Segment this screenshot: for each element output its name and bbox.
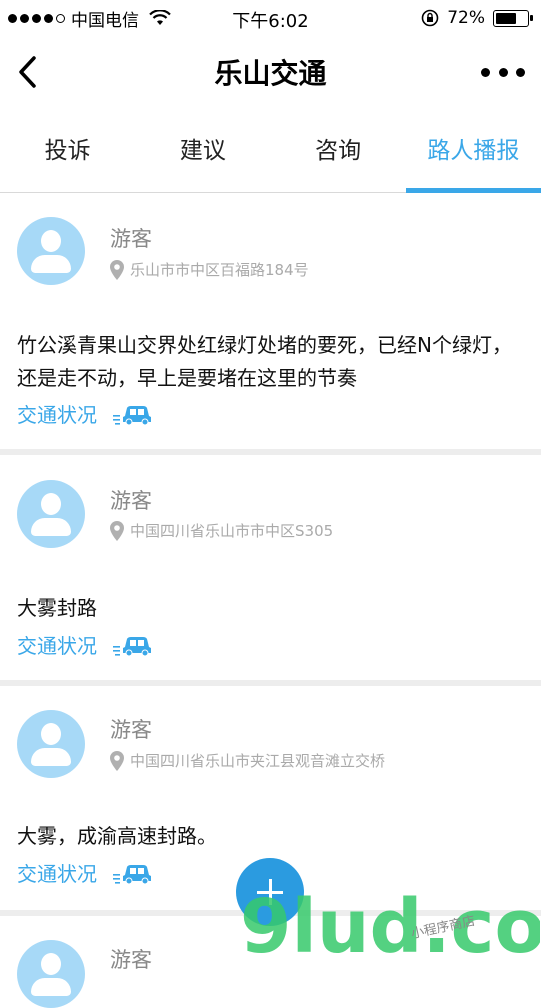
- tab-complaint[interactable]: 投诉: [0, 110, 135, 192]
- post-category-tag[interactable]: 交通状况: [17, 858, 153, 887]
- more-dot-icon: [516, 67, 525, 77]
- add-post-button[interactable]: [236, 858, 304, 926]
- tab-suggestion[interactable]: 建议: [135, 110, 270, 192]
- location-pin-icon: [110, 259, 124, 280]
- location-text: 乐山市市中区百福路184号: [130, 261, 309, 279]
- more-dot-icon: [498, 67, 508, 77]
- post-username: 游客: [110, 227, 152, 251]
- battery-icon: [493, 9, 533, 27]
- location-text: 中国四川省乐山市市中区S305: [130, 522, 334, 540]
- tab-bar: 投诉 建议 咨询 路人播报: [0, 110, 541, 193]
- back-button[interactable]: [14, 54, 44, 90]
- tab-passerby-report[interactable]: 路人播报: [405, 110, 541, 193]
- more-menu-button[interactable]: [481, 58, 525, 86]
- post-item[interactable]: 游客 中国四川省乐山市市中区S305 大雾封路 交通状况: [0, 455, 541, 680]
- more-dot-icon: [481, 67, 490, 77]
- tab-consult[interactable]: 咨询: [271, 110, 406, 192]
- status-bar: 中国电信 下午6:02 72%: [0, 0, 541, 36]
- avatar: [17, 217, 85, 285]
- car-icon: [113, 636, 151, 656]
- post-location: 中国四川省乐山市夹江县观音滩立交桥: [110, 750, 385, 771]
- post-username: 游客: [110, 718, 152, 742]
- avatar: [17, 940, 85, 1008]
- post-content: 大雾封路: [17, 596, 97, 620]
- location-pin-icon: [110, 520, 124, 541]
- post-location: 乐山市市中区百福路184号: [110, 259, 309, 280]
- post-username: 游客: [110, 948, 152, 972]
- chevron-left-icon: [19, 56, 36, 88]
- post-category-tag[interactable]: 交通状况: [17, 399, 153, 428]
- car-icon: [113, 405, 151, 425]
- location-text: 中国四川省乐山市夹江县观音滩立交桥: [130, 752, 386, 770]
- post-item[interactable]: 游客 乐山市市中区百福路184号 竹公溪青果山交界处红绿灯处堵的要死，已经N个绿…: [0, 193, 541, 449]
- nav-bar: 乐山交通: [0, 36, 541, 108]
- avatar: [17, 710, 85, 778]
- post-username: 游客: [110, 489, 152, 513]
- tag-label: 交通状况: [17, 862, 97, 886]
- car-icon: [113, 864, 151, 884]
- tag-label: 交通状况: [17, 634, 97, 658]
- page-title: 乐山交通: [214, 57, 327, 90]
- location-pin-icon: [110, 750, 124, 771]
- post-location: 中国四川省乐山市市中区S305: [110, 520, 333, 541]
- post-content: 大雾，成渝高速封路。: [17, 824, 217, 848]
- status-time: 下午6:02: [232, 11, 309, 32]
- post-content: 竹公溪青果山交界处红绿灯处堵的要死，已经N个绿灯，还是走不动，早上是要堵在这里的…: [17, 333, 512, 390]
- tag-label: 交通状况: [17, 403, 97, 427]
- post-category-tag[interactable]: 交通状况: [17, 630, 153, 659]
- avatar: [17, 480, 85, 548]
